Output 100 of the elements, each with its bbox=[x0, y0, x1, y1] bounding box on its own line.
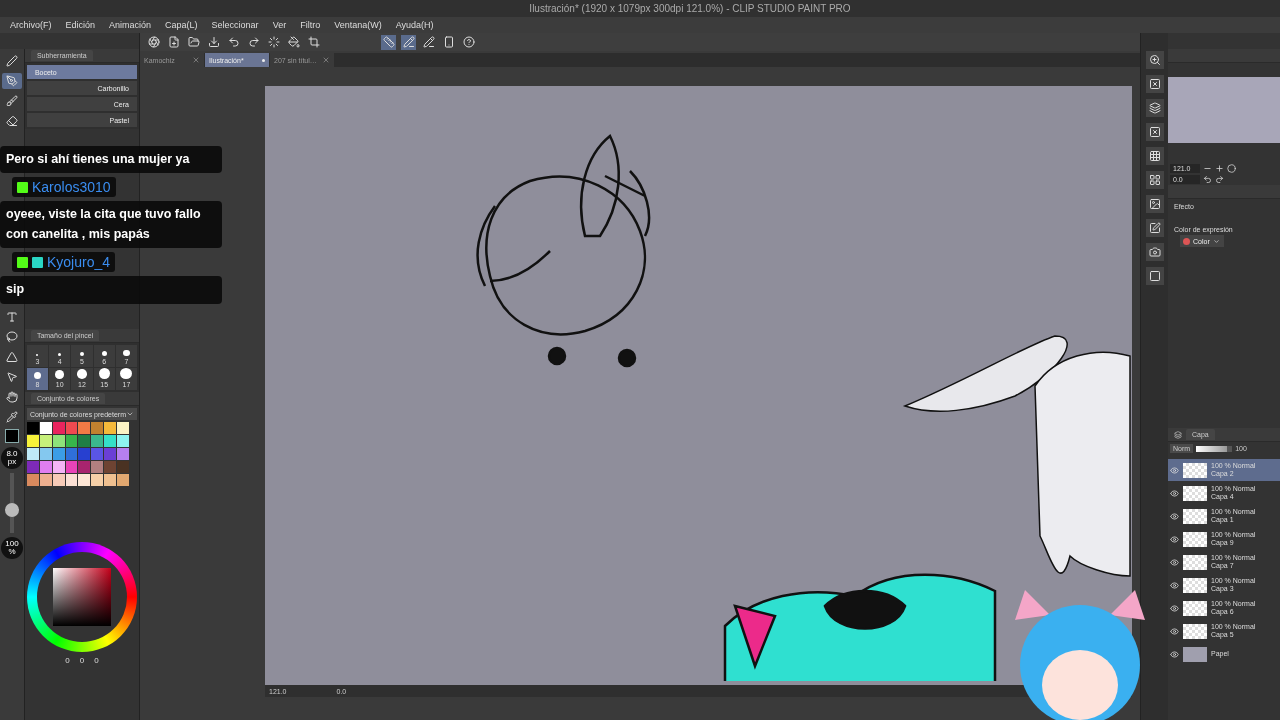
color-swatch[interactable] bbox=[52, 461, 65, 473]
close-icon[interactable] bbox=[192, 56, 200, 64]
color-swatch[interactable] bbox=[78, 474, 91, 486]
color-swatch[interactable] bbox=[78, 422, 91, 434]
color-swatch[interactable] bbox=[104, 461, 117, 473]
color-swatch[interactable] bbox=[39, 435, 52, 447]
color-swatch[interactable] bbox=[65, 422, 78, 434]
menu-item[interactable]: Ayuda(H) bbox=[395, 20, 434, 30]
caret-icon[interactable] bbox=[1212, 237, 1220, 245]
menu-item[interactable]: Ventana(W) bbox=[334, 20, 382, 30]
grid-icon[interactable] bbox=[1148, 150, 1161, 162]
color-swatch[interactable] bbox=[26, 461, 39, 473]
color-swatch[interactable] bbox=[26, 448, 39, 460]
pointer-icon[interactable] bbox=[5, 371, 18, 383]
slider-thumb[interactable] bbox=[4, 502, 19, 517]
color-swatch[interactable] bbox=[117, 474, 129, 486]
brush-icon[interactable] bbox=[5, 95, 18, 107]
eyedropper-icon[interactable] bbox=[5, 411, 18, 423]
eye-icon[interactable] bbox=[1170, 488, 1179, 498]
color-swatch[interactable] bbox=[39, 422, 52, 434]
square-x-icon[interactable] bbox=[1148, 78, 1161, 90]
rotate-right-icon[interactable] bbox=[1215, 175, 1224, 184]
color-swatch[interactable] bbox=[104, 474, 117, 486]
hand-icon[interactable] bbox=[5, 391, 18, 403]
crop-icon[interactable] bbox=[307, 36, 320, 48]
eye-icon[interactable] bbox=[1170, 649, 1179, 659]
menu-item[interactable]: Capa(L) bbox=[165, 20, 198, 30]
menu-item[interactable]: Ver bbox=[272, 20, 287, 30]
text-tool-icon[interactable] bbox=[5, 311, 18, 323]
new-file-icon[interactable] bbox=[167, 36, 180, 48]
color-swatch[interactable] bbox=[65, 435, 78, 447]
open-folder-icon[interactable] bbox=[187, 36, 200, 48]
menu-item[interactable]: Seleccionar bbox=[211, 20, 259, 30]
color-swatch[interactable] bbox=[91, 474, 104, 486]
eye-icon[interactable] bbox=[1170, 511, 1179, 521]
image-icon[interactable] bbox=[1148, 198, 1161, 210]
zoom-in-icon[interactable] bbox=[1215, 164, 1224, 173]
main-color-swatch[interactable] bbox=[4, 429, 19, 443]
selection-icon[interactable] bbox=[267, 36, 280, 48]
eye-icon[interactable] bbox=[1170, 580, 1179, 590]
lasso-icon[interactable] bbox=[5, 331, 18, 343]
color-swatch[interactable] bbox=[39, 448, 52, 460]
layout-icon[interactable] bbox=[1148, 174, 1161, 186]
menu-item[interactable]: Edición bbox=[65, 20, 96, 30]
color-swatch[interactable] bbox=[91, 435, 104, 447]
color-swatch[interactable] bbox=[78, 461, 91, 473]
color-swatch[interactable] bbox=[52, 422, 65, 434]
pen-line-icon[interactable] bbox=[402, 36, 415, 48]
color-swatch[interactable] bbox=[39, 474, 52, 486]
color-swatch[interactable] bbox=[117, 448, 129, 460]
color-swatch[interactable] bbox=[78, 448, 91, 460]
color-swatch[interactable] bbox=[104, 435, 117, 447]
caret-icon[interactable] bbox=[126, 410, 134, 418]
layers-icon[interactable] bbox=[1174, 430, 1182, 439]
color-swatch[interactable] bbox=[26, 422, 39, 434]
rotate-left-icon[interactable] bbox=[1203, 175, 1212, 184]
color-swatch[interactable] bbox=[117, 435, 129, 447]
color-swatch[interactable] bbox=[104, 422, 117, 434]
edit-icon[interactable] bbox=[1148, 222, 1161, 234]
camera-icon[interactable] bbox=[1148, 246, 1161, 258]
ruler-icon[interactable] bbox=[382, 36, 395, 48]
tablet-icon[interactable] bbox=[442, 36, 455, 48]
color-square[interactable] bbox=[52, 568, 111, 626]
color-swatch[interactable] bbox=[52, 448, 65, 460]
color-swatch[interactable] bbox=[78, 435, 91, 447]
color-swatch[interactable] bbox=[65, 461, 78, 473]
color-swatch[interactable] bbox=[91, 422, 104, 434]
help-icon[interactable] bbox=[462, 36, 475, 48]
color-swatch[interactable] bbox=[104, 448, 117, 460]
menu-item[interactable]: Animación bbox=[109, 20, 152, 30]
color-swatch[interactable] bbox=[91, 461, 104, 473]
menu-item[interactable]: Filtro bbox=[300, 20, 321, 30]
redo-icon[interactable] bbox=[247, 36, 260, 48]
circle-icon[interactable] bbox=[1227, 164, 1236, 173]
fill-icon[interactable] bbox=[287, 36, 300, 48]
color-swatch[interactable] bbox=[52, 435, 65, 447]
close-icon[interactable] bbox=[322, 56, 330, 64]
eye-icon[interactable] bbox=[1170, 626, 1179, 636]
app-icon[interactable] bbox=[147, 36, 160, 48]
color-swatch[interactable] bbox=[117, 461, 129, 473]
eye-icon[interactable] bbox=[1170, 465, 1179, 475]
opacity-slider[interactable] bbox=[1196, 445, 1233, 452]
color-swatch[interactable] bbox=[65, 448, 78, 460]
shape-icon[interactable] bbox=[5, 351, 18, 363]
color-swatch[interactable] bbox=[65, 474, 78, 486]
eraser-icon[interactable] bbox=[5, 115, 18, 127]
color-swatch[interactable] bbox=[91, 448, 104, 460]
square-icon[interactable] bbox=[1148, 270, 1161, 282]
color-swatch[interactable] bbox=[26, 474, 39, 486]
pen-icon[interactable] bbox=[5, 55, 18, 67]
color-swatch[interactable] bbox=[26, 435, 39, 447]
color-swatch[interactable] bbox=[117, 422, 129, 434]
menu-item[interactable]: Archivo(F) bbox=[10, 20, 52, 30]
pencil-icon[interactable] bbox=[5, 75, 18, 87]
eye-icon[interactable] bbox=[1170, 534, 1179, 544]
color-swatch[interactable] bbox=[52, 474, 65, 486]
eye-icon[interactable] bbox=[1170, 603, 1179, 613]
pen-line-icon[interactable] bbox=[422, 36, 435, 48]
layers-icon[interactable] bbox=[1148, 102, 1161, 114]
save-icon[interactable] bbox=[207, 36, 220, 48]
